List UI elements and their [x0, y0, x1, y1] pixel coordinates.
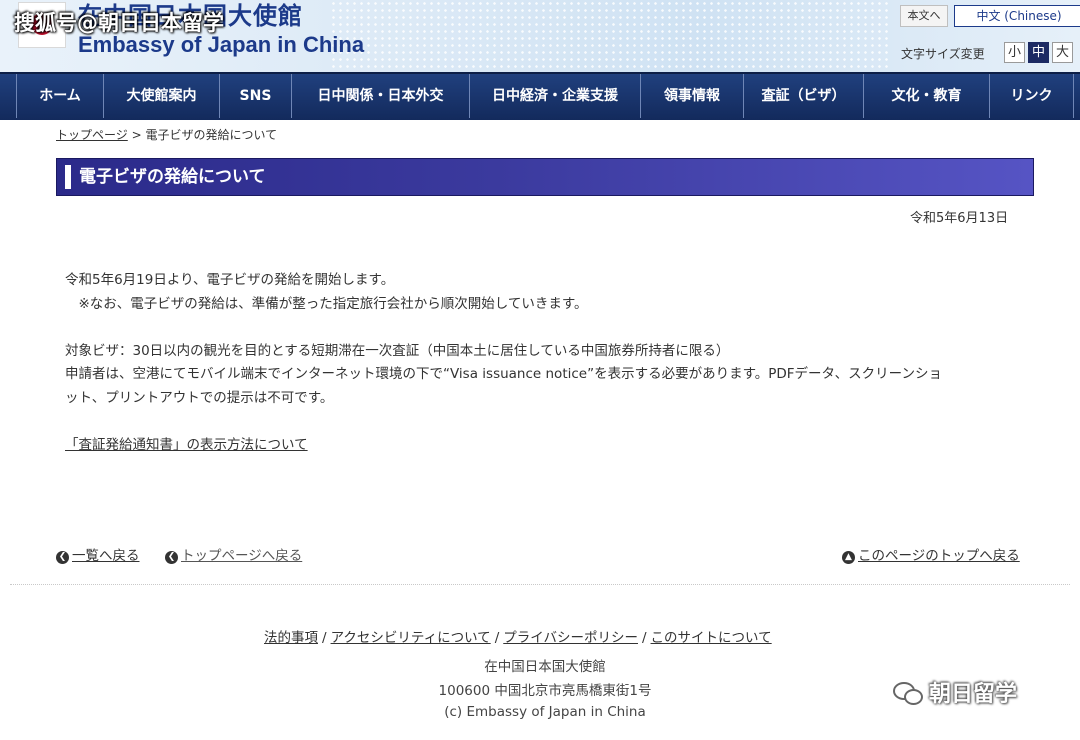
content-paragraph-note: ※なお、電子ビザの発給は、準備が整った指定旅行会社から順次開始していきます。 [65, 296, 588, 312]
back-to-list-label: 一覧へ戻る [72, 548, 140, 564]
wechat-watermark-text: 朝日留学 [929, 682, 1018, 707]
footer-links: 法的事項 / アクセシビリティについて / プライバシーポリシー / このサイトについて [264, 626, 772, 646]
breadcrumb-home-link[interactable]: トップページ [56, 128, 128, 142]
title-accent-bar [65, 165, 71, 189]
chinese-language-button[interactable]: 中文 (Chinese) [954, 5, 1080, 27]
wechat-watermark: 朝日留学 [893, 676, 1017, 708]
footer-separator: / [641, 630, 647, 646]
footer-link-legal[interactable]: 法的事項 [264, 630, 318, 646]
breadcrumb: トップページ > 電子ビザの発給について [56, 126, 277, 143]
footer-separator: / [494, 630, 500, 646]
footer-link-accessibility[interactable]: アクセシビリティについて [331, 630, 491, 646]
world-map-dots [330, 0, 890, 72]
nav-item-home[interactable]: ホーム [16, 74, 103, 118]
skip-to-content-button[interactable]: 本文へ [900, 5, 948, 27]
global-nav: ホーム 大使館案内 SNS 日中関係・日本外交 日中経済・企業支援 領事情報 査… [0, 72, 1080, 120]
footer-embassy-name: 在中国日本国大使館 [484, 659, 606, 675]
nav-item-consular[interactable]: 領事情報 [640, 74, 743, 118]
back-to-page-top-label: このページのトップへ戻る [858, 548, 1020, 564]
visa-notice-display-link[interactable]: 「査証発給通知書」の表示方法について [65, 433, 308, 453]
chevron-up-circle-icon: ▲ [842, 551, 855, 564]
nav-item-visa[interactable]: 査証（ビザ） [743, 74, 863, 118]
font-size-label: 文字サイズ変更 [901, 47, 985, 61]
wechat-icon [893, 680, 923, 705]
content-paragraph-requirement-cont: ット、プリントアウトでの提示は不可です。 [65, 390, 334, 406]
breadcrumb-current: 電子ビザの発給について [145, 128, 278, 142]
nav-item-links[interactable]: リンク [989, 74, 1074, 118]
back-to-page-top-link[interactable]: ▲ このページのトップへ戻る [842, 544, 1020, 564]
back-to-list-link[interactable]: ❮ 一覧へ戻る [56, 544, 140, 564]
font-size-small-button[interactable]: 小 [1004, 42, 1025, 63]
content-paragraph-requirement: 申請者は、空港にてモバイル端末でインターネット環境の下で“Visa issuan… [65, 366, 942, 382]
font-size-large-button[interactable]: 大 [1052, 42, 1073, 63]
content-paragraph-start-date: 令和5年6月19日より、電子ビザの発給を開始します。 [65, 272, 395, 288]
publish-date: 令和5年6月13日 [910, 211, 1009, 226]
nav-item-sns[interactable]: SNS [219, 74, 291, 118]
footer-separator: / [322, 630, 327, 646]
footer-divider [10, 584, 1070, 585]
footer-link-about-site[interactable]: このサイトについて [651, 630, 772, 646]
nav-item-economy[interactable]: 日中経済・企業支援 [469, 74, 640, 118]
sohu-watermark: 搜狐号@朝日日本留学 [14, 11, 224, 35]
nav-item-embassy-info[interactable]: 大使館案内 [103, 74, 219, 118]
back-to-home-label: トップページへ戻る [181, 548, 303, 564]
page-title: 電子ビザの発給について [79, 167, 266, 187]
nav-item-culture[interactable]: 文化・教育 [863, 74, 989, 118]
breadcrumb-separator: > [131, 128, 142, 142]
content-paragraph-target-visa: 対象ビザ：30日以内の観光を目的とする短期滞在一次査証（中国本土に居住している中… [65, 343, 730, 359]
back-to-home-link[interactable]: ❮ トップページへ戻る [165, 544, 302, 564]
footer-link-privacy[interactable]: プライバシーポリシー [503, 630, 638, 646]
nav-item-japan-china-relations[interactable]: 日中関係・日本外交 [291, 74, 469, 118]
chevron-left-circle-icon: ❮ [165, 551, 178, 564]
page-title-bar: 電子ビザの発給について [56, 158, 1034, 196]
font-size-medium-button[interactable]: 中 [1028, 42, 1049, 63]
chevron-left-circle-icon: ❮ [56, 551, 69, 564]
